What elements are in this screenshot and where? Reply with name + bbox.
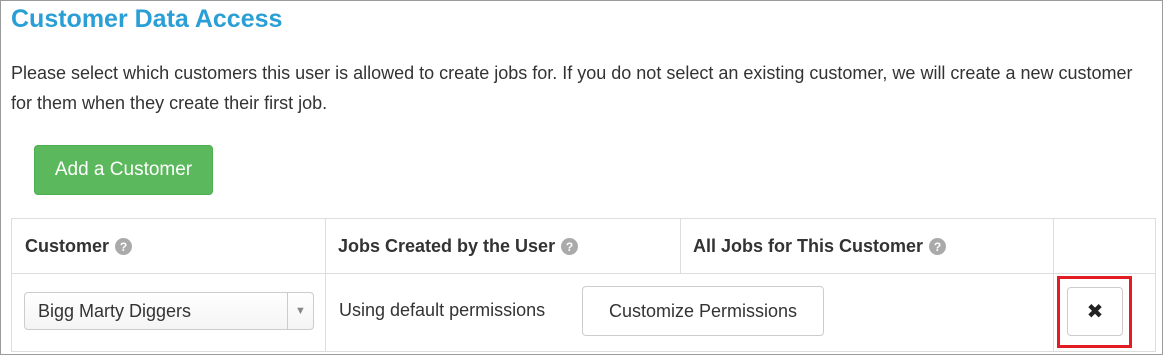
customer-access-table: Customer ? Jobs Created by the User ? Al… [11, 218, 1156, 352]
column-divider [1053, 274, 1054, 352]
customer-data-access-panel: Customer Data Access Please select which… [0, 0, 1163, 355]
column-header-all-jobs: All Jobs for This Customer ? [693, 219, 947, 274]
column-divider [325, 274, 326, 352]
column-header-label: Customer [25, 236, 110, 256]
column-divider [680, 219, 681, 273]
table-header: Customer ? Jobs Created by the User ? Al… [12, 219, 1155, 274]
customize-permissions-button[interactable]: Customize Permissions [582, 286, 824, 336]
column-header-label: All Jobs for This Customer [693, 236, 924, 256]
column-header-jobs-created: Jobs Created by the User ? [338, 219, 579, 274]
column-divider [1053, 219, 1054, 273]
column-header-customer: Customer ? [25, 219, 133, 274]
remove-customer-button[interactable]: ✖ [1067, 287, 1123, 336]
customer-select[interactable]: Bigg Marty Diggers ▼ [24, 292, 314, 330]
add-customer-button[interactable]: Add a Customer [34, 145, 213, 195]
help-icon[interactable]: ? [115, 238, 133, 255]
section-description: Please select which customers this user … [11, 63, 1133, 113]
table-row: Bigg Marty Diggers ▼ Using default permi… [12, 274, 1155, 352]
chevron-down-icon[interactable]: ▼ [287, 293, 313, 329]
customer-select-value: Bigg Marty Diggers [38, 301, 192, 321]
help-icon[interactable]: ? [929, 238, 947, 255]
help-icon[interactable]: ? [561, 238, 579, 255]
section-title: Customer Data Access [11, 5, 283, 33]
close-icon: ✖ [1086, 301, 1104, 323]
column-header-label: Jobs Created by the User [338, 236, 556, 256]
permission-status-text: Using default permissions [339, 300, 546, 320]
column-divider [325, 219, 326, 273]
